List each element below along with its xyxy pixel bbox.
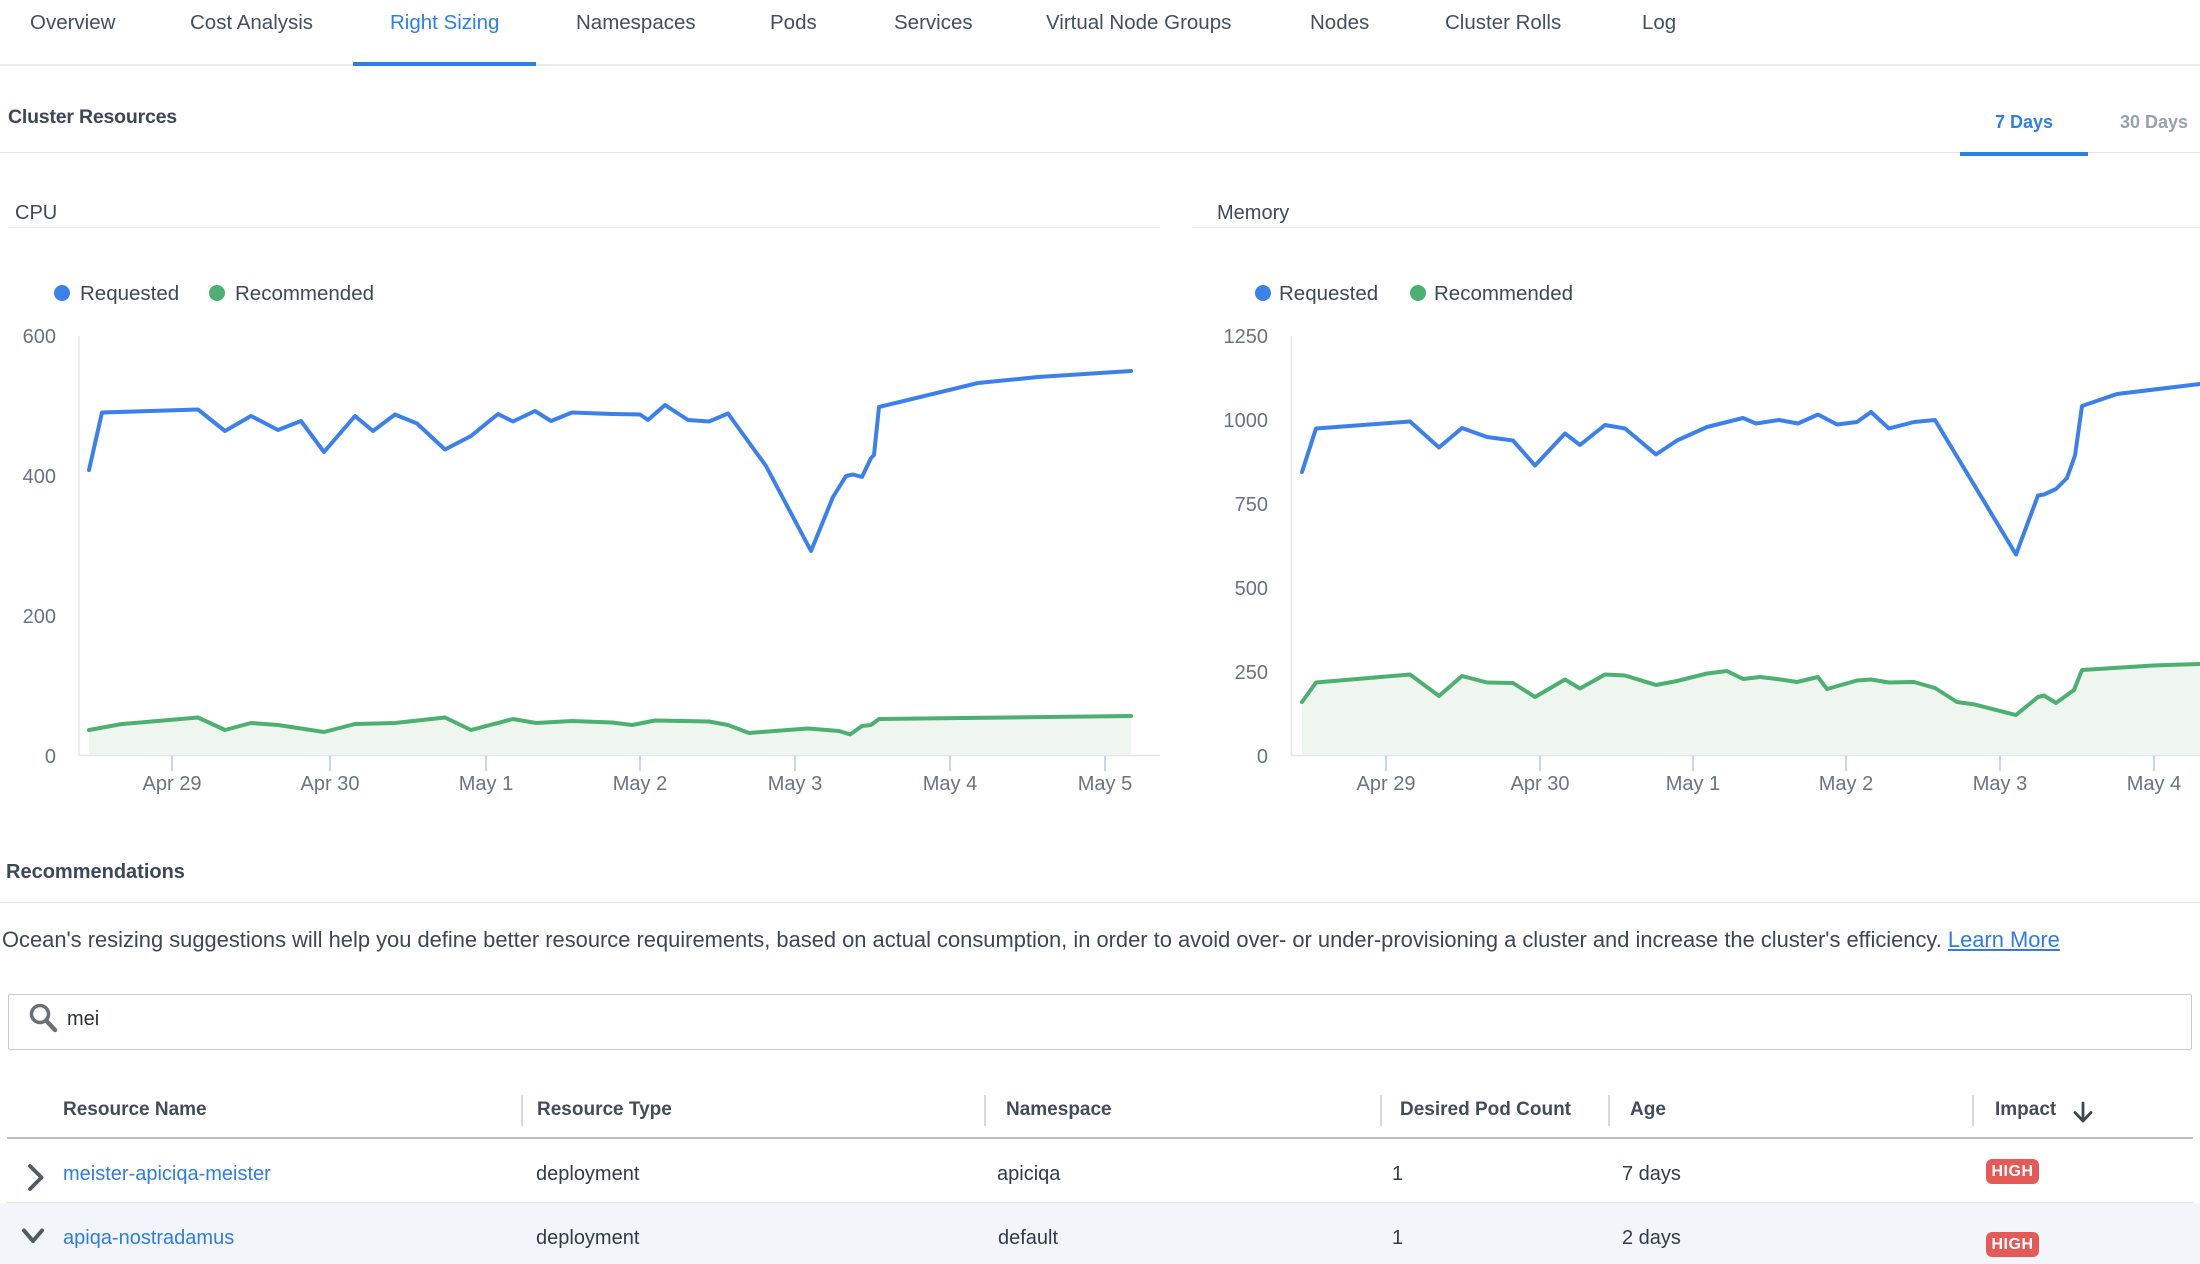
svg-text:May 1: May 1 <box>459 773 513 795</box>
svg-text:May 4: May 4 <box>923 773 977 795</box>
svg-text:May 3: May 3 <box>768 773 822 795</box>
svg-text:Apr 29: Apr 29 <box>1357 773 1416 795</box>
svg-text:Apr 29: Apr 29 <box>143 773 202 795</box>
svg-text:Apr 30: Apr 30 <box>301 773 360 795</box>
svg-text:400: 400 <box>23 466 56 488</box>
svg-text:May 3: May 3 <box>1973 773 2027 795</box>
svg-text:500: 500 <box>1235 578 1268 600</box>
svg-text:750: 750 <box>1235 494 1268 516</box>
svg-text:May 4: May 4 <box>2127 773 2181 795</box>
svg-text:May 1: May 1 <box>1666 773 1720 795</box>
svg-text:May 2: May 2 <box>1819 773 1873 795</box>
svg-text:May 2: May 2 <box>613 773 667 795</box>
svg-text:Apr 30: Apr 30 <box>1511 773 1570 795</box>
svg-text:250: 250 <box>1235 662 1268 684</box>
svg-text:200: 200 <box>23 606 56 628</box>
svg-text:0: 0 <box>1257 746 1268 768</box>
svg-text:600: 600 <box>23 326 56 348</box>
svg-text:0: 0 <box>45 746 56 768</box>
svg-text:May 5: May 5 <box>1078 773 1132 795</box>
svg-text:1250: 1250 <box>1224 326 1269 348</box>
svg-text:1000: 1000 <box>1224 410 1269 432</box>
